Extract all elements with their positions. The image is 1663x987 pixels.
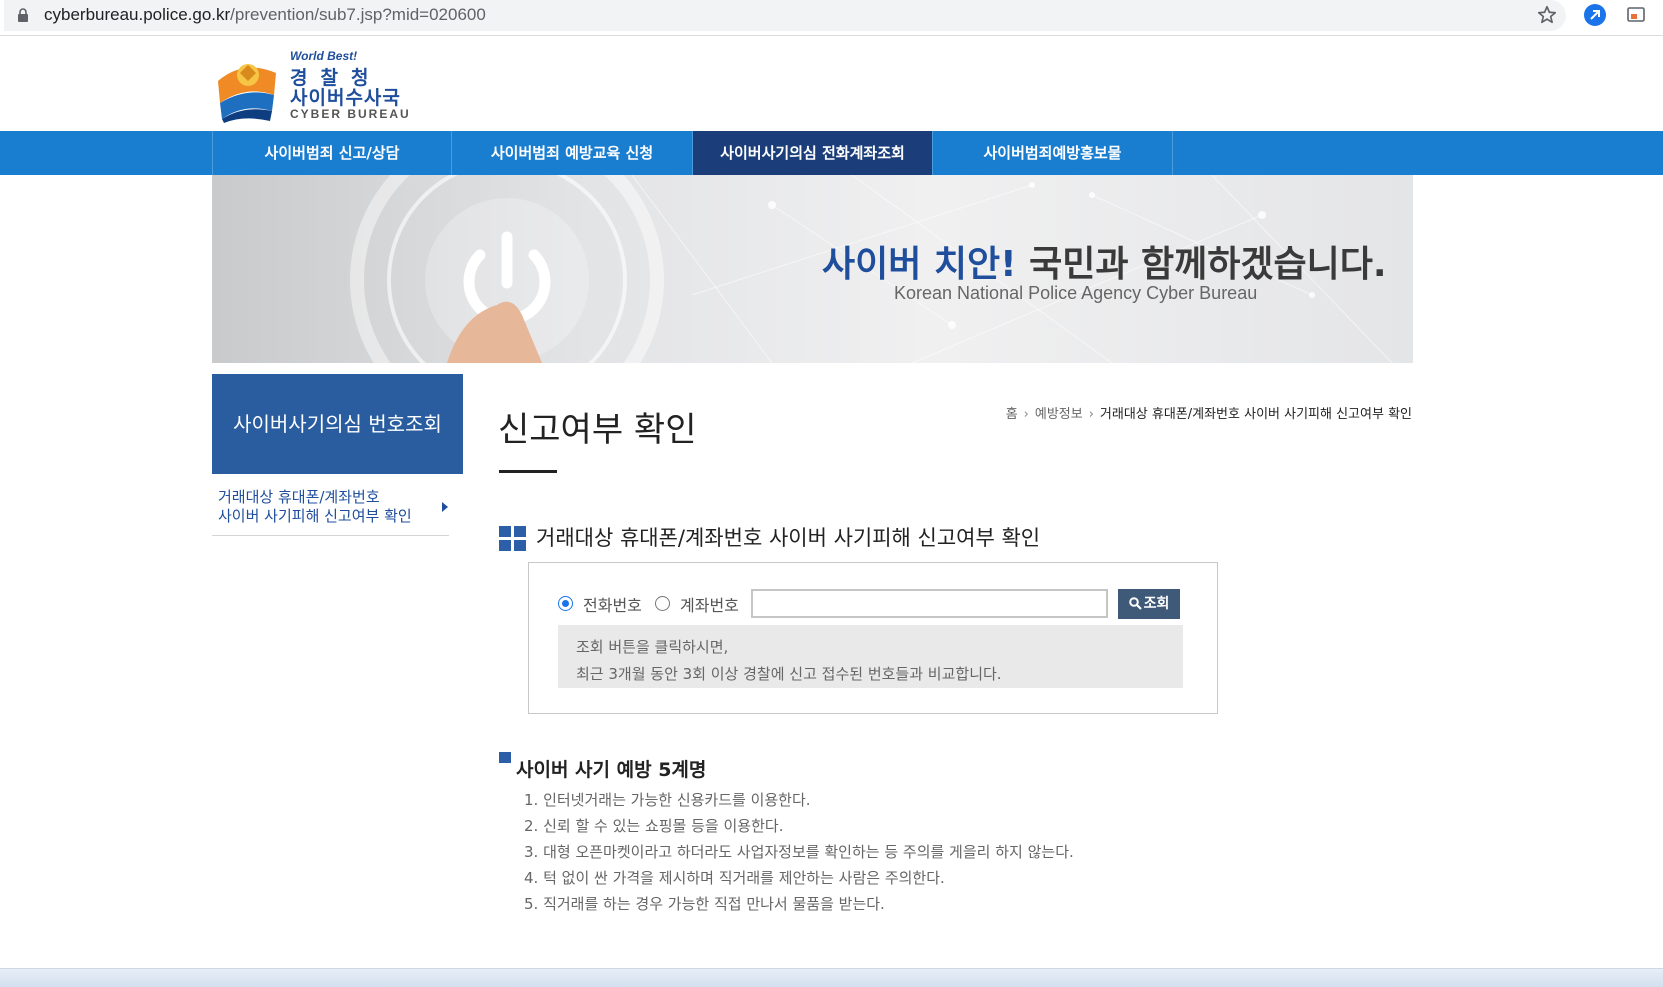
notice-line2: 최근 3개월 동안 3회 이상 경찰에 신고 접수된 번호들과 비교합니다. (576, 665, 1002, 683)
section-title: 거래대상 휴대폰/계좌번호 사이버 사기피해 신고여부 확인 (536, 526, 1041, 550)
radio-account[interactable] (655, 596, 670, 611)
grid-bullet-icon (499, 526, 527, 552)
tip-item: 4. 턱 없이 싼 가격을 제시하며 직거래를 제안하는 사람은 주의한다. (524, 869, 945, 887)
tips-title: 사이버 사기 예방 5계명 (516, 759, 707, 781)
lookup-button-label: 조회 (1143, 596, 1170, 612)
banner-title-highlight: 사이버 치안! (822, 244, 1017, 285)
logo-world-best: World Best! (290, 49, 358, 63)
taskbar-strip (0, 968, 1663, 987)
sidebar-heading: 사이버사기의심 번호조회 (212, 374, 463, 474)
notice-line1: 조회 버튼을 클릭하시면, (576, 638, 729, 656)
tip-item: 1. 인터넷거래는 가능한 신용카드를 이용한다. (524, 791, 811, 809)
sidebar-item-report-check[interactable]: 거래대상 휴대폰/계좌번호 사이버 사기피해 신고여부 확인 (212, 484, 449, 536)
bookmark-star-icon[interactable] (1536, 4, 1558, 26)
chevron-right-icon: › (1088, 407, 1094, 422)
breadcrumb-level1[interactable]: 예방정보 (1035, 407, 1083, 422)
url-path: /prevention/sub7.jsp?mid=020600 (230, 5, 486, 24)
radio-account-label[interactable]: 계좌번호 (680, 592, 739, 616)
radio-phone[interactable] (558, 596, 573, 611)
breadcrumb-current: 거래대상 휴대폰/계좌번호 사이버 사기피해 신고여부 확인 (1099, 407, 1412, 422)
nav-item-education[interactable]: 사이버범죄 예방교육 신청 (452, 131, 693, 175)
square-bullet-icon (499, 752, 511, 763)
lookup-notice: 조회 버튼을 클릭하시면, 최근 3개월 동안 3회 이상 경찰에 신고 접수된… (558, 625, 1183, 688)
sidebar-item-label-line2: 사이버 사기피해 신고여부 확인 (218, 507, 412, 525)
breadcrumb: 홈 › 예방정보 › 거래대상 휴대폰/계좌번호 사이버 사기피해 신고여부 확인 (1006, 403, 1412, 422)
lookup-button[interactable]: 조회 (1118, 589, 1180, 619)
banner-subtitle: Korean National Police Agency Cyber Bure… (894, 283, 1258, 303)
banner-title-rest: 국민과 함께하겠습니다. (1016, 244, 1387, 285)
nav-item-promotion[interactable]: 사이버범죄예방홍보물 (933, 131, 1173, 175)
page-title: 신고여부 확인 (498, 410, 697, 450)
chevron-right-icon (442, 502, 448, 512)
sidebar-item-label: 거래대상 휴대폰/계좌번호 사이버 사기피해 신고여부 확인 (218, 488, 412, 526)
tip-item: 3. 대형 오픈마켓이라고 하더라도 사업자정보를 확인하는 등 주의를 게을리… (524, 843, 1074, 861)
tip-item: 2. 신뢰 할 수 있는 쇼핑몰 등을 이용한다. (524, 817, 784, 835)
hero-banner: 사이버 치안! 국민과 함께하겠습니다. Korean National Pol… (212, 175, 1413, 363)
url-text[interactable]: cyberbureau.police.go.kr/prevention/sub7… (44, 5, 486, 25)
lookup-form: 전화번호 계좌번호 조회 조회 버튼을 클릭하시면, 최근 3개월 동안 3회 … (528, 562, 1218, 714)
search-icon (1128, 597, 1142, 610)
nav-item-report[interactable]: 사이버범죄 신고/상담 (212, 131, 452, 175)
radio-phone-label[interactable]: 전화번호 (583, 592, 642, 616)
chevron-right-icon: › (1023, 407, 1029, 422)
tips-list: 1. 인터넷거래는 가능한 신용카드를 이용한다. 2. 신뢰 할 수 있는 쇼… (524, 787, 1074, 917)
extension-icon[interactable] (1584, 4, 1606, 26)
title-underline (499, 470, 557, 473)
omnibox[interactable]: cyberbureau.police.go.kr/prevention/sub7… (4, 0, 1566, 31)
logo-bureau-name: 사이버수사국 (290, 87, 401, 109)
site-logo[interactable]: World Best! 경찰청 사이버수사국 CYBER BUREAU (214, 49, 414, 125)
nav-item-lookup[interactable]: 사이버사기의심 전화계좌조회 (693, 131, 933, 175)
logo-english-name: CYBER BUREAU (290, 107, 411, 121)
police-emblem-icon (218, 64, 276, 123)
url-host: cyberbureau.police.go.kr (44, 5, 231, 24)
tip-item: 5. 직거래를 하는 경우 가능한 직접 만나서 물품을 받는다. (524, 895, 885, 913)
banner-title: 사이버 치안! 국민과 함께하겠습니다. (822, 235, 1387, 287)
breadcrumb-home[interactable]: 홈 (1006, 407, 1018, 422)
cast-icon[interactable] (1626, 5, 1646, 25)
main-nav: 사이버범죄 신고/상담 사이버범죄 예방교육 신청 사이버사기의심 전화계좌조회… (0, 131, 1663, 175)
lock-icon[interactable] (18, 8, 28, 22)
sidebar-item-label-line1: 거래대상 휴대폰/계좌번호 (218, 488, 380, 506)
number-input[interactable] (751, 589, 1108, 618)
browser-address-bar: cyberbureau.police.go.kr/prevention/sub7… (0, 0, 1663, 36)
